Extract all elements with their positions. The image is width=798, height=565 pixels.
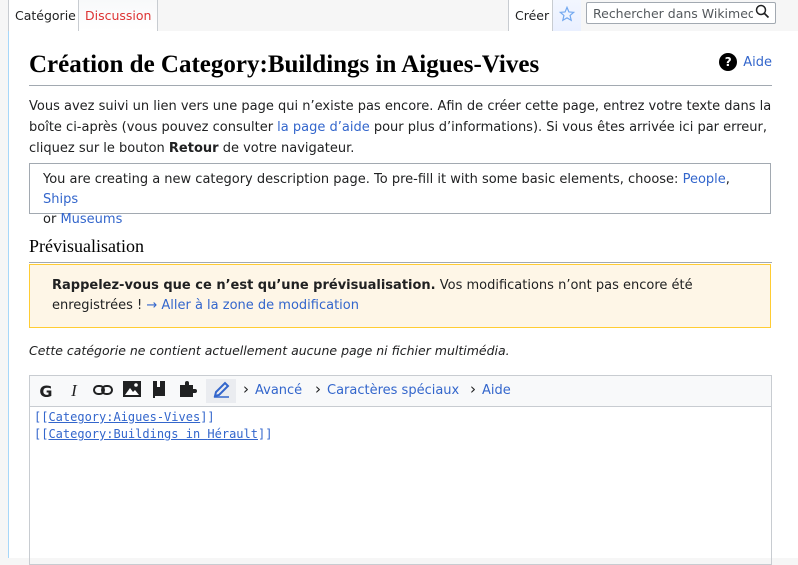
watch-star-button[interactable]	[552, 0, 581, 31]
ships-link[interactable]: Ships	[43, 192, 78, 207]
people-link[interactable]: People	[683, 172, 726, 187]
category-template-notice: You are creating a new category descript…	[29, 163, 771, 227]
help-link[interactable]: ? Aide	[719, 53, 772, 71]
link-icon	[93, 382, 113, 401]
image-icon	[123, 381, 141, 401]
help-label: Aide	[743, 54, 772, 70]
editor-toolbar: G I › Avancé › Caractères spéciaux › Aid…	[30, 376, 771, 407]
search-icon	[755, 4, 770, 23]
preview-warning: Rappelez-vous que ce n’est qu’une prévis…	[29, 264, 771, 328]
search-button[interactable]	[752, 4, 772, 23]
notice-text: You are creating a new category descript…	[43, 172, 683, 187]
bracket-open: [[	[34, 410, 49, 424]
special-chars-menu[interactable]: Caractères spéciaux	[327, 383, 459, 398]
puzzle-icon	[180, 381, 198, 401]
notice-or: or	[43, 212, 57, 227]
chevron-right-icon: ›	[470, 380, 476, 398]
tab-create[interactable]: Créer	[508, 0, 557, 32]
star-icon	[558, 5, 576, 26]
category-namespace: Category:	[48, 410, 114, 424]
tab-discussion[interactable]: Discussion	[78, 0, 159, 31]
book-icon	[153, 380, 167, 402]
intro-bold: Retour	[168, 141, 219, 156]
intro-text: Vous avez suivi un lien vers une page qu…	[29, 96, 774, 159]
notice-comma: ,	[725, 172, 730, 187]
italic-icon: I	[71, 381, 77, 400]
help-page-link[interactable]: la page d’aide	[277, 120, 370, 135]
search-box	[586, 2, 776, 24]
museums-link[interactable]: Museums	[60, 212, 122, 227]
search-input[interactable]	[587, 3, 753, 23]
bracket-close: ]]	[200, 410, 215, 424]
bracket-close: ]]	[257, 427, 273, 441]
warning-bold: Rappelez-vous que ce n’est qu’une prévis…	[52, 278, 436, 293]
image-button[interactable]	[120, 379, 144, 403]
category-text-misspelled: Hérault	[207, 427, 258, 441]
preview-heading: Prévisualisation	[29, 234, 772, 263]
top-tab-bar: Catégorie Discussion Créer	[0, 0, 798, 32]
italic-button[interactable]: I	[62, 379, 86, 403]
pencil-icon	[213, 381, 230, 402]
bold-button[interactable]: G	[34, 379, 58, 403]
puzzle-button[interactable]	[177, 379, 201, 403]
bold-icon: G	[39, 381, 53, 401]
advanced-menu[interactable]: Avancé	[255, 383, 302, 398]
link-button[interactable]	[91, 379, 115, 403]
reference-button[interactable]	[148, 379, 172, 403]
wikitext-textarea[interactable]: [[Category:Aigues-Vives]] [[Category:Bui…	[30, 407, 771, 557]
chevron-right-icon: ›	[315, 380, 321, 398]
goto-edit-link[interactable]: → Aller à la zone de modification	[146, 298, 359, 313]
empty-category-note: Cette catégorie ne contient actuellement…	[29, 343, 510, 358]
help-menu[interactable]: Aide	[482, 383, 511, 398]
help-icon: ?	[719, 53, 738, 71]
intro-part3: de votre navigateur.	[218, 141, 355, 156]
bracket-open: [[	[34, 427, 49, 441]
chevron-right-icon: ›	[243, 380, 249, 398]
category-text: Category:Buildings in	[48, 427, 208, 441]
editor-line-1: [[Category:Aigues-Vives]]	[34, 409, 767, 426]
signature-button[interactable]	[206, 379, 236, 403]
wikitext-editor: G I › Avancé › Caractères spéciaux › Aid…	[29, 375, 772, 565]
content-panel: Création de Category:Buildings in Aigues…	[8, 31, 798, 565]
editor-line-2: [[Category:Buildings in Hérault]]	[34, 426, 767, 443]
category-name: Aigues-Vives	[113, 410, 201, 424]
page-title: Création de Category:Buildings in Aigues…	[29, 49, 772, 86]
tab-category[interactable]: Catégorie	[8, 0, 83, 32]
